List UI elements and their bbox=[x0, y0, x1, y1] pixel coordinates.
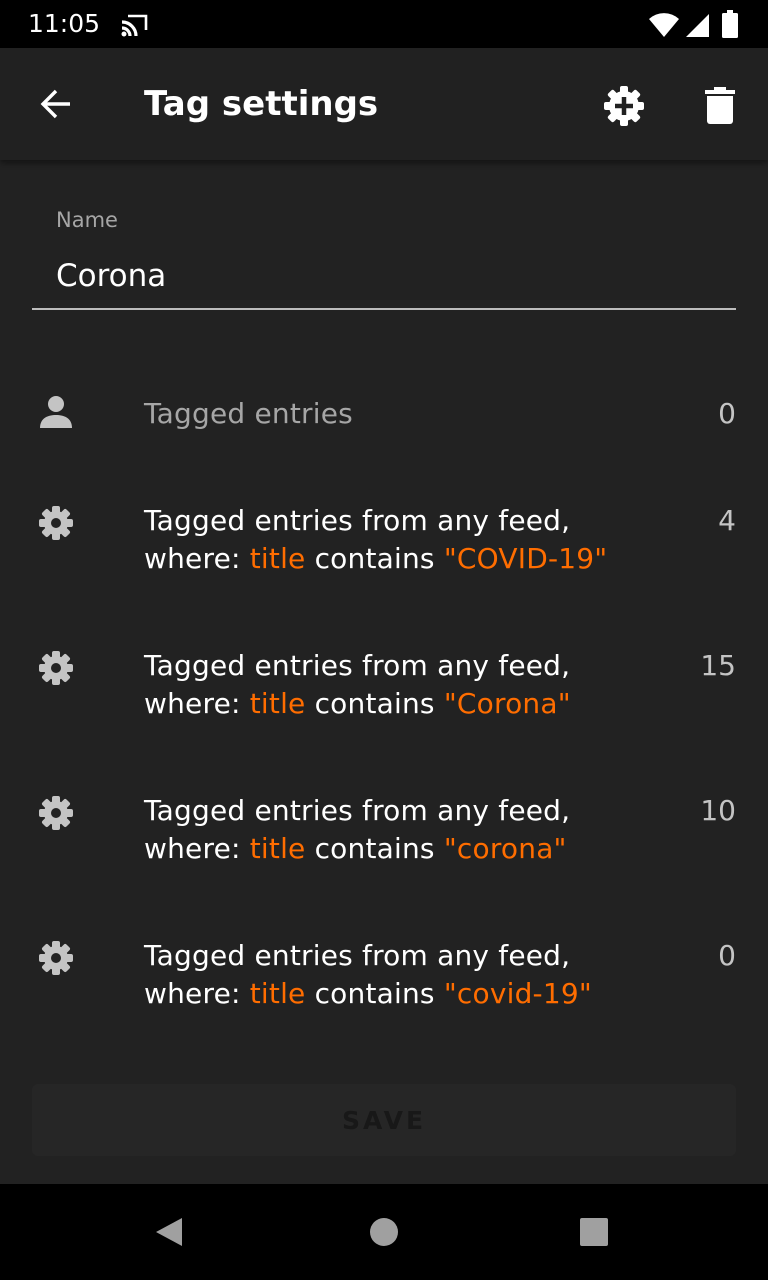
rule-term: "covid-19" bbox=[443, 977, 592, 1010]
person-icon bbox=[40, 396, 72, 428]
nav-recents-icon[interactable] bbox=[578, 1216, 610, 1248]
rule-description: Tagged entries from any feed, where: tit… bbox=[144, 502, 664, 578]
rule-count: 0 bbox=[718, 939, 736, 972]
rule-field: title bbox=[249, 977, 306, 1010]
rule-description: Tagged entries from any feed, where: tit… bbox=[144, 647, 664, 723]
rule-row[interactable]: Tagged entries from any feed, where: tit… bbox=[0, 790, 768, 870]
back-button[interactable] bbox=[24, 80, 88, 128]
name-field-label: Name bbox=[56, 208, 118, 232]
rule-operator: contains bbox=[305, 542, 444, 575]
status-bar: 11:05 bbox=[0, 0, 768, 48]
rule-row[interactable]: Tagged entries from any feed, where: tit… bbox=[0, 645, 768, 725]
nav-home-icon[interactable] bbox=[366, 1214, 402, 1250]
gear-icon bbox=[39, 941, 73, 975]
rule-prefix: where: bbox=[144, 542, 250, 575]
rule-operator: contains bbox=[305, 687, 444, 720]
rule-description: Tagged entries from any feed, where: tit… bbox=[144, 792, 664, 868]
tag-settings-content: Name Tagged entries 0 Tagged entries fro… bbox=[0, 160, 768, 1184]
rule-field: title bbox=[249, 832, 306, 865]
rule-term: "corona" bbox=[443, 832, 567, 865]
add-rule-button[interactable] bbox=[596, 80, 652, 132]
wifi-icon bbox=[649, 13, 679, 37]
rule-line1: Tagged entries from any feed, bbox=[144, 504, 571, 537]
rule-term: "COVID-19" bbox=[443, 542, 608, 575]
gear-icon bbox=[39, 506, 73, 540]
rule-line1: Tagged entries from any feed, bbox=[144, 939, 571, 972]
rule-row[interactable]: Tagged entries from any feed, where: tit… bbox=[0, 935, 768, 1015]
page-title: Tag settings bbox=[144, 84, 379, 124]
rule-field: title bbox=[249, 542, 306, 575]
rule-prefix: where: bbox=[144, 832, 250, 865]
save-button[interactable]: SAVE bbox=[32, 1084, 736, 1156]
gear-icon bbox=[39, 796, 73, 830]
rule-description: Tagged entries from any feed, where: tit… bbox=[144, 937, 664, 1013]
rule-count: 10 bbox=[700, 794, 736, 827]
rule-count: 15 bbox=[700, 649, 736, 682]
rule-operator: contains bbox=[305, 977, 444, 1010]
rule-count: 4 bbox=[718, 504, 736, 537]
rule-field: title bbox=[249, 687, 306, 720]
trash-icon bbox=[705, 87, 735, 124]
rule-line1: Tagged entries from any feed, bbox=[144, 649, 571, 682]
delete-button[interactable] bbox=[692, 80, 748, 132]
gear-plus-icon bbox=[604, 86, 644, 126]
battery-icon bbox=[722, 10, 738, 38]
rule-operator: contains bbox=[305, 832, 444, 865]
rule-prefix: where: bbox=[144, 977, 250, 1010]
arrow-back-icon bbox=[40, 89, 70, 119]
signal-icon bbox=[686, 14, 709, 37]
rule-prefix: where: bbox=[144, 687, 250, 720]
rule-term: "Corona" bbox=[443, 687, 571, 720]
gear-icon bbox=[39, 651, 73, 685]
rule-line1: Tagged entries from any feed, bbox=[144, 794, 571, 827]
app-bar: Tag settings bbox=[0, 48, 768, 160]
name-input[interactable] bbox=[32, 244, 736, 310]
cast-icon bbox=[121, 14, 148, 37]
rule-row[interactable]: Tagged entries from any feed, where: tit… bbox=[0, 500, 768, 580]
nav-back-icon[interactable] bbox=[152, 1214, 188, 1250]
tagged-entries-row[interactable]: Tagged entries 0 bbox=[0, 390, 768, 438]
tagged-entries-label: Tagged entries bbox=[144, 397, 353, 430]
tagged-entries-count: 0 bbox=[718, 397, 736, 430]
status-time: 11:05 bbox=[28, 9, 101, 38]
